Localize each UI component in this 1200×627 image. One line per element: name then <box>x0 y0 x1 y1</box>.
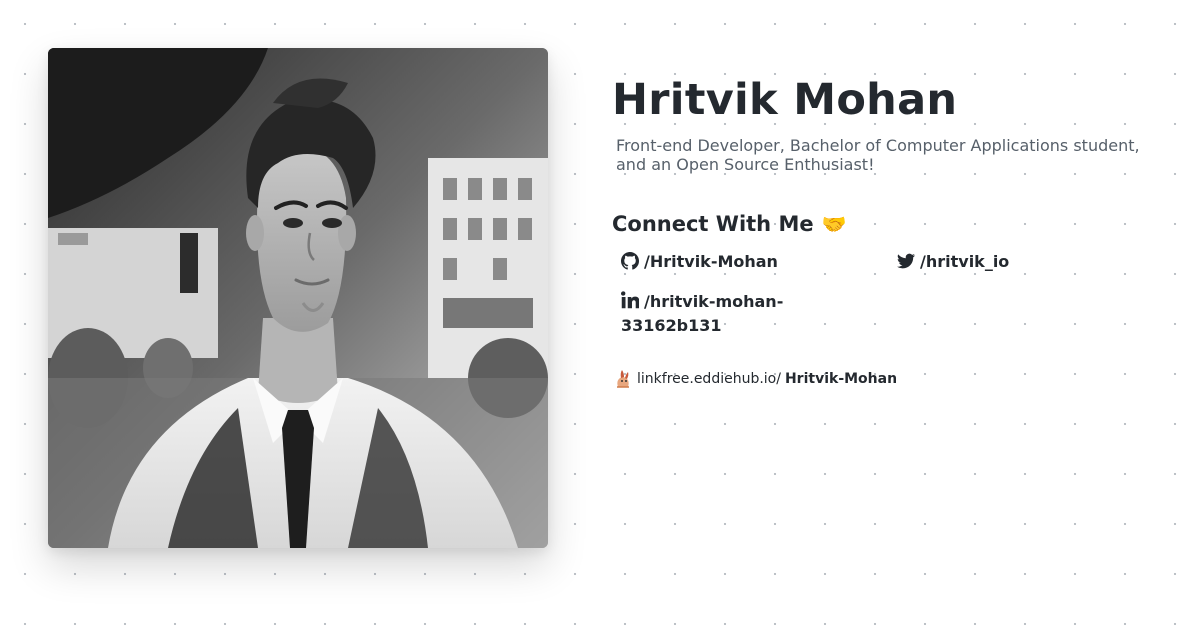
profile-info: Hritvik Mohan Front-end Developer, Bache… <box>612 72 1172 389</box>
profile-name: Hritvik Mohan <box>612 75 958 125</box>
github-link-label: /Hritvik-Mohan <box>644 252 778 271</box>
linkfree-username: Hritvik-Mohan <box>784 371 898 387</box>
handshake-icon: 🤝 <box>821 212 847 236</box>
linkedin-link[interactable]: /hritvik-mohan-33162b131 <box>621 290 801 338</box>
avatar-portrait <box>48 48 548 548</box>
profile-bio: Front-end Developer, Bachelor of Compute… <box>616 136 1140 174</box>
connect-heading: Connect With Me 🤝 <box>612 211 1172 237</box>
twitter-link[interactable]: /hritvik_io <box>897 250 1137 274</box>
social-links: /Hritvik-Mohan /hritvik_io /hritvik-moha… <box>621 250 1172 338</box>
twitter-link-label: /hritvik_io <box>920 252 1010 271</box>
linkedin-icon <box>621 291 639 309</box>
connect-heading-text: Connect With Me <box>612 212 814 236</box>
twitter-icon <box>897 253 915 269</box>
github-link[interactable]: /Hritvik-Mohan <box>621 250 897 274</box>
linkfree-link[interactable]: linkfree.eddiehub.io/ Hritvik-Mohan <box>614 369 1172 389</box>
profile-photo <box>48 48 548 548</box>
github-icon <box>621 252 639 270</box>
linkedin-link-label: /hritvik-mohan-33162b131 <box>621 292 784 335</box>
linkfree-logo-icon <box>617 370 629 388</box>
linkfree-url-prefix: linkfree.eddiehub.io/ <box>637 371 781 387</box>
